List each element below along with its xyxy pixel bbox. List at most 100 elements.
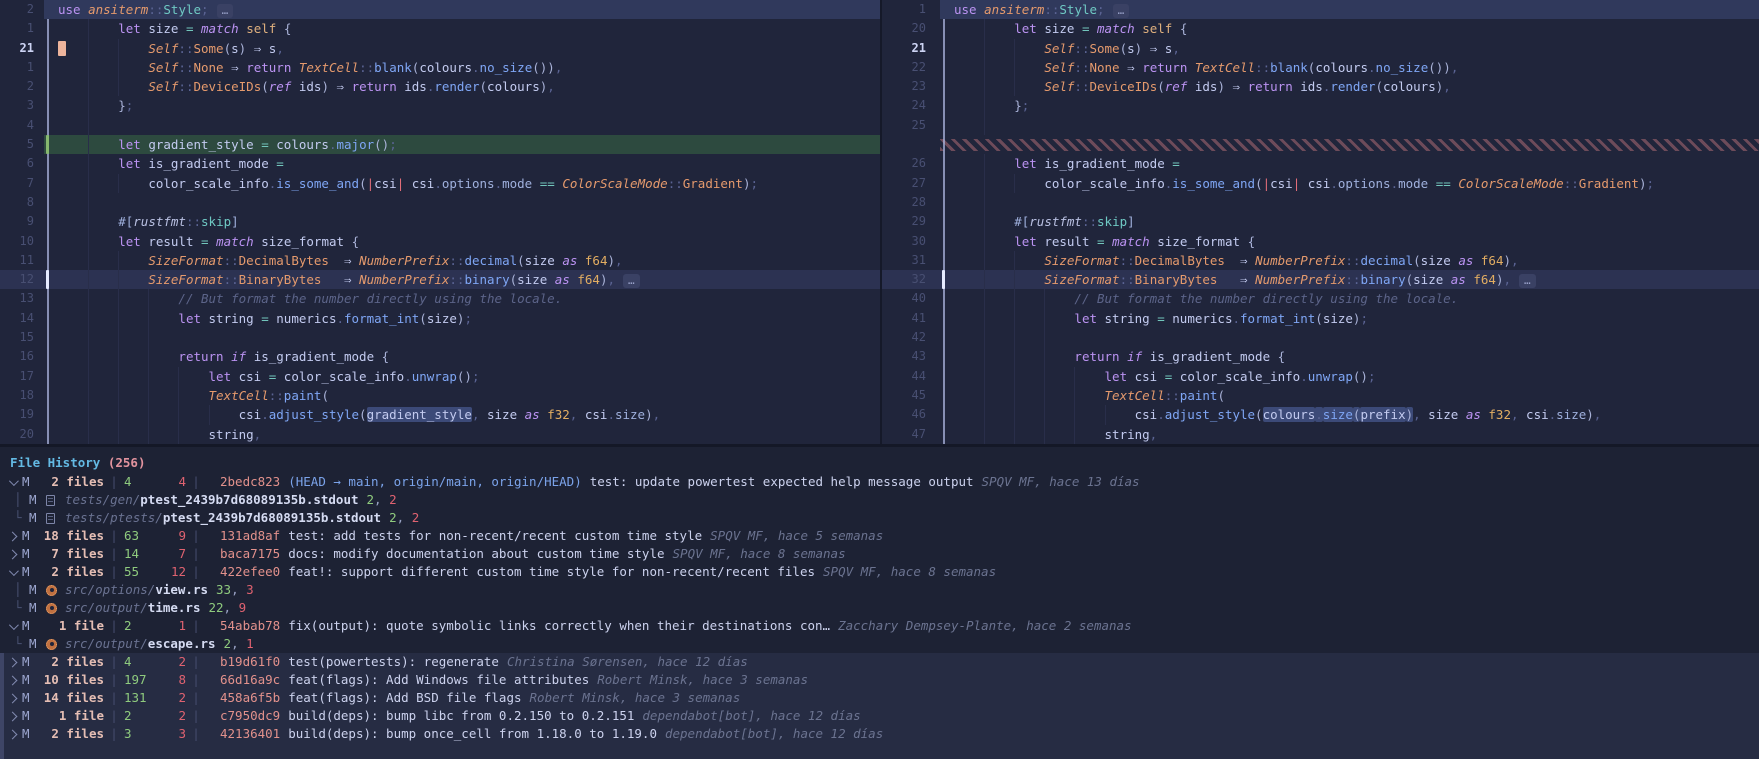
- fold-indicator-icon[interactable]: …: [1519, 274, 1536, 288]
- code-line[interactable]: 21 Self::Some(s) ⇒ s,: [0, 39, 880, 58]
- code-line[interactable]: 27 color_scale_info.is_some_and(|csi| cs…: [882, 174, 1759, 193]
- code-line[interactable]: 17 let csi = color_scale_info.unwrap();: [0, 367, 880, 386]
- code-line[interactable]: 6 let is_gradient_mode =: [0, 154, 880, 173]
- code-line[interactable]: 42: [882, 328, 1759, 347]
- chevron-right-icon[interactable]: [0, 713, 22, 720]
- code-tokens: SizeFormat::BinaryBytes ⇒ NumberPrefix::…: [954, 272, 1536, 287]
- code-line[interactable]: 14 let string = numerics.format_int(size…: [0, 309, 880, 328]
- commit-row[interactable]: M1 file|21|54abab78fix(output): quote sy…: [0, 617, 1759, 635]
- code-line[interactable]: 22 Self::None ⇒ return TextCell::blank(c…: [882, 58, 1759, 77]
- file-name[interactable]: ptest_2439b7d68089135b.stdout: [140, 491, 358, 509]
- code-line[interactable]: 12 SizeFormat::BinaryBytes ⇒ NumberPrefi…: [0, 270, 880, 289]
- fold-indicator-icon[interactable]: …: [1113, 4, 1130, 18]
- commit-hash[interactable]: 2bedc823: [220, 473, 280, 491]
- commit-row[interactable]: M14 files|1312|458a6f5bfeat(flags): Add …: [0, 689, 1759, 707]
- chevron-right-icon[interactable]: [0, 731, 22, 738]
- chevron-right-icon[interactable]: [0, 551, 22, 558]
- indent-guide: [1044, 328, 1045, 347]
- code-line[interactable]: 4: [0, 116, 880, 135]
- commit-hash[interactable]: 131ad8af: [220, 527, 280, 545]
- commit-hash[interactable]: 422efee0: [220, 563, 280, 581]
- commit-hash[interactable]: c7950dc9: [220, 707, 280, 725]
- chevron-right-icon[interactable]: [0, 659, 22, 666]
- chevron-down-icon[interactable]: [0, 569, 22, 576]
- indent-guide: [1044, 405, 1045, 424]
- code-line[interactable]: 1 Self::None ⇒ return TextCell::blank(co…: [0, 58, 880, 77]
- code-line[interactable]: 46 csi.adjust_style(colours.size(prefix)…: [882, 405, 1759, 424]
- code-line[interactable]: 20 let size = match self {: [882, 19, 1759, 38]
- token: ids: [1293, 79, 1323, 94]
- commit-hash[interactable]: 42136401: [220, 725, 280, 743]
- commit-file-row[interactable]: └Msrc/output/time.rs22, 9: [0, 599, 1759, 617]
- code-line[interactable]: 20 string,: [0, 425, 880, 444]
- token: ,: [1150, 427, 1158, 442]
- commit-hash[interactable]: b19d61f0: [220, 653, 280, 671]
- code-line[interactable]: 21 Self::Some(s) ⇒ s,: [882, 39, 1759, 58]
- chevron-down-icon[interactable]: [0, 479, 22, 486]
- indent-guide: [118, 58, 119, 77]
- commit-hash[interactable]: baca7175: [220, 545, 280, 563]
- chevron-right-icon[interactable]: [0, 695, 22, 702]
- commit-row[interactable]: M18 files|639|131ad8aftest: add tests fo…: [0, 527, 1759, 545]
- commit-row[interactable]: M2 files|42|b19d61f0test(powertests): re…: [0, 653, 1759, 671]
- commit-row[interactable]: M2 files|44|2bedc823(HEAD → main, origin…: [0, 473, 1759, 491]
- code-line[interactable]: 2use ansiterm::Style;…: [0, 0, 880, 19]
- commit-hash[interactable]: 54abab78: [220, 617, 280, 635]
- token: no_size: [480, 60, 533, 75]
- chevron-right-icon[interactable]: [0, 677, 22, 684]
- commit-file-row[interactable]: │Mtests/gen/ptest_2439b7d68089135b.stdou…: [0, 491, 1759, 509]
- code-line[interactable]: 23 Self::DeviceIDs(ref ids) ⇒ return ids…: [882, 77, 1759, 96]
- chevron-right-icon[interactable]: [0, 533, 22, 540]
- code-line[interactable]: 30 let result = match size_format {: [882, 232, 1759, 251]
- code-line[interactable]: 10 let result = match size_format {: [0, 232, 880, 251]
- code-line[interactable]: 9 #[rustfmt::skip]: [0, 212, 880, 231]
- code-line[interactable]: 45 TextCell::paint(: [882, 386, 1759, 405]
- file-name[interactable]: ptest_2439b7d68089135b.stdout: [163, 509, 381, 527]
- code-line[interactable]: 3 };: [0, 96, 880, 115]
- code-line[interactable]: 24 };: [882, 96, 1759, 115]
- code-line[interactable]: 5 let gradient_style = colours.major();: [0, 135, 880, 154]
- code-line[interactable]: 16 return if is_gradient_mode {: [0, 347, 880, 366]
- removed-line-placeholder[interactable]: [882, 135, 1759, 154]
- commit-file-row[interactable]: └Mtests/ptests/ptest_2439b7d68089135b.st…: [0, 509, 1759, 527]
- code-line[interactable]: 32 SizeFormat::BinaryBytes ⇒ NumberPrefi…: [882, 270, 1759, 289]
- code-line[interactable]: 28: [882, 193, 1759, 212]
- code-line[interactable]: 41 let string = numerics.format_int(size…: [882, 309, 1759, 328]
- commit-row[interactable]: M10 files|1978|66d16a9cfeat(flags): Add …: [0, 671, 1759, 689]
- code-line[interactable]: 31 SizeFormat::DecimalBytes ⇒ NumberPref…: [882, 251, 1759, 270]
- code-line[interactable]: 25: [882, 116, 1759, 135]
- token: result: [1037, 234, 1097, 249]
- code-line[interactable]: 1use ansiterm::Style;…: [882, 0, 1759, 19]
- code-line[interactable]: 43 return if is_gradient_mode {: [882, 347, 1759, 366]
- code-line[interactable]: 26 let is_gradient_mode =: [882, 154, 1759, 173]
- commit-hash[interactable]: 458a6f5b: [220, 689, 280, 707]
- code-line[interactable]: 11 SizeFormat::DecimalBytes ⇒ NumberPref…: [0, 251, 880, 270]
- chevron-down-icon[interactable]: [0, 623, 22, 630]
- code-line[interactable]: 8: [0, 193, 880, 212]
- code-text: #[rustfmt::skip]: [44, 212, 880, 231]
- code-line[interactable]: 15: [0, 328, 880, 347]
- commit-row[interactable]: M2 files|5512|422efee0feat!: support dif…: [0, 563, 1759, 581]
- commit-row[interactable]: M1 file|22|c7950dc9build(deps): bump lib…: [0, 707, 1759, 725]
- commit-row[interactable]: M7 files|147|baca7175docs: modify docume…: [0, 545, 1759, 563]
- code-line[interactable]: 7 color_scale_info.is_some_and(|csi| csi…: [0, 174, 880, 193]
- code-line[interactable]: 29 #[rustfmt::skip]: [882, 212, 1759, 231]
- file-name[interactable]: time.rs: [148, 599, 201, 617]
- code-line[interactable]: 2 Self::DeviceIDs(ref ids) ⇒ return ids.…: [0, 77, 880, 96]
- code-line[interactable]: 40 // But format the number directly usi…: [882, 289, 1759, 308]
- commit-hash[interactable]: 66d16a9c: [220, 671, 280, 689]
- code-line[interactable]: 18 TextCell::paint(: [0, 386, 880, 405]
- code-line[interactable]: 1 let size = match self {: [0, 19, 880, 38]
- fold-indicator-icon[interactable]: …: [217, 4, 234, 18]
- fold-indicator-icon[interactable]: …: [623, 274, 640, 288]
- file-name[interactable]: escape.rs: [148, 635, 216, 653]
- commit-row[interactable]: M2 files|33|42136401build(deps): bump on…: [0, 725, 1759, 743]
- commit-file-row[interactable]: └Msrc/output/escape.rs2, 1: [0, 635, 1759, 653]
- commit-file-row[interactable]: │Msrc/options/view.rs33, 3: [0, 581, 1759, 599]
- code-line[interactable]: 47 string,: [882, 425, 1759, 444]
- code-line[interactable]: 13 // But format the number directly usi…: [0, 289, 880, 308]
- file-name[interactable]: view.rs: [155, 581, 208, 599]
- code-line[interactable]: 19 csi.adjust_style(gradient_style, size…: [0, 405, 880, 424]
- token: ,: [653, 407, 661, 422]
- code-line[interactable]: 44 let csi = color_scale_info.unwrap();: [882, 367, 1759, 386]
